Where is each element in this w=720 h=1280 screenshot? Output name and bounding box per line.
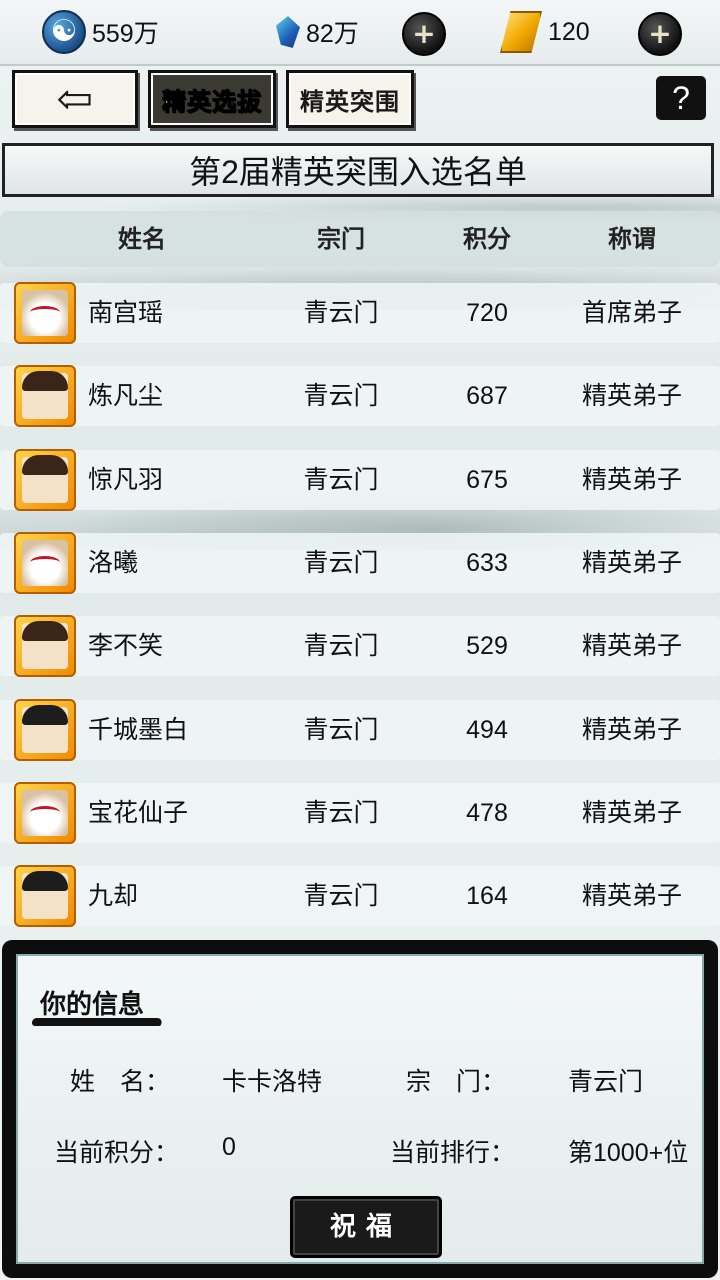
avatar[interactable] bbox=[14, 449, 76, 511]
row-name: 宝花仙子 bbox=[88, 799, 189, 827]
row-name: 千城墨白 bbox=[88, 716, 189, 744]
row-title: 精英弟子 bbox=[581, 382, 682, 410]
avatar[interactable] bbox=[14, 865, 76, 927]
help-button[interactable]: ? bbox=[656, 76, 706, 120]
header-title: 称谓 bbox=[608, 224, 656, 253]
jade-resource: 559万 bbox=[42, 10, 159, 54]
row-name: 炼凡尘 bbox=[88, 382, 164, 410]
row-score: 633 bbox=[466, 549, 508, 577]
table-row[interactable]: 洛曦 青云门 633 精英弟子 bbox=[0, 532, 720, 594]
row-score: 529 bbox=[466, 632, 508, 660]
crystal-amount: 82万 bbox=[306, 20, 359, 48]
add-gold-button[interactable]: + bbox=[638, 12, 682, 56]
table-row[interactable]: 千城墨白 青云门 494 精英弟子 bbox=[0, 699, 720, 761]
gold-ingot-icon bbox=[500, 11, 542, 53]
table-row[interactable]: 李不笑 青云门 529 精英弟子 bbox=[0, 615, 720, 677]
header-score: 积分 bbox=[463, 224, 511, 253]
row-score: 687 bbox=[466, 382, 508, 410]
row-score: 675 bbox=[466, 466, 508, 494]
row-title: 精英弟子 bbox=[581, 716, 682, 744]
table-row[interactable]: 宝花仙子 青云门 478 精英弟子 bbox=[0, 782, 720, 844]
row-sect: 青云门 bbox=[303, 466, 379, 494]
info-heading: 你的信息 bbox=[40, 990, 145, 1020]
tab-label: 精英突围 bbox=[300, 86, 400, 116]
header-name: 姓名 bbox=[118, 224, 166, 253]
add-crystal-button[interactable]: + bbox=[402, 12, 446, 56]
header-sect: 宗门 bbox=[317, 224, 365, 253]
row-title: 精英弟子 bbox=[581, 882, 682, 910]
brush-stroke-decoration bbox=[30, 1018, 164, 1026]
page-title: 第2届精英突围入选名单 bbox=[189, 154, 527, 190]
table-header: 姓名 宗门 积分 称谓 bbox=[0, 211, 720, 267]
table-row[interactable]: 炼凡尘 青云门 687 精英弟子 bbox=[0, 365, 720, 427]
gold-amount: 120 bbox=[548, 17, 590, 46]
row-title: 精英弟子 bbox=[581, 466, 682, 494]
row-title: 首席弟子 bbox=[581, 299, 682, 327]
avatar[interactable] bbox=[14, 615, 76, 677]
score-value: 0 bbox=[222, 1133, 236, 1161]
row-sect: 青云门 bbox=[303, 716, 379, 744]
tab-elite-breakout[interactable]: 精英突围 bbox=[286, 70, 414, 128]
row-score: 720 bbox=[466, 299, 508, 327]
rank-label: 当前排行： bbox=[390, 1139, 516, 1167]
table-row[interactable]: 南宫瑶 青云门 720 首席弟子 bbox=[0, 282, 720, 344]
sect-value: 青云门 bbox=[568, 1068, 644, 1096]
table-row[interactable]: 惊凡羽 青云门 675 精英弟子 bbox=[0, 449, 720, 511]
row-name: 九却 bbox=[88, 882, 139, 910]
crystal-resource: 82万 bbox=[276, 10, 359, 54]
rank-value: 第1000+位 bbox=[568, 1139, 689, 1167]
avatar[interactable] bbox=[14, 532, 76, 594]
row-name: 南宫瑶 bbox=[88, 299, 164, 327]
avatar[interactable] bbox=[14, 365, 76, 427]
name-label: 姓 名： bbox=[70, 1068, 171, 1096]
row-sect: 青云门 bbox=[303, 382, 379, 410]
row-score: 164 bbox=[466, 882, 508, 910]
blue-crystal-icon bbox=[276, 16, 300, 48]
tab-label: 精英选拔 bbox=[162, 86, 262, 116]
row-score: 478 bbox=[466, 799, 508, 827]
row-sect: 青云门 bbox=[303, 882, 379, 910]
row-score: 494 bbox=[466, 716, 508, 744]
page-title-bar: 第2届精英突围入选名单 bbox=[2, 143, 714, 197]
back-arrow-icon: ⇦ bbox=[56, 73, 94, 125]
row-name: 李不笑 bbox=[88, 632, 164, 660]
row-sect: 青云门 bbox=[303, 299, 379, 327]
sect-label: 宗 门： bbox=[406, 1068, 507, 1096]
row-sect: 青云门 bbox=[303, 549, 379, 577]
bless-button[interactable]: 祝福 bbox=[290, 1196, 442, 1258]
avatar[interactable] bbox=[14, 782, 76, 844]
table-row[interactable]: 九却 青云门 164 精英弟子 bbox=[0, 865, 720, 927]
jade-amount: 559万 bbox=[92, 20, 159, 48]
row-name: 洛曦 bbox=[88, 549, 139, 577]
avatar[interactable] bbox=[14, 282, 76, 344]
avatar[interactable] bbox=[14, 699, 76, 761]
yin-yang-icon bbox=[42, 10, 86, 54]
row-title: 精英弟子 bbox=[581, 632, 682, 660]
score-label: 当前积分： bbox=[54, 1139, 180, 1167]
row-name: 惊凡羽 bbox=[88, 466, 164, 494]
tab-elite-selection[interactable]: 精英选拔 bbox=[148, 70, 276, 128]
gold-resource: 120 bbox=[500, 10, 590, 54]
row-title: 精英弟子 bbox=[581, 799, 682, 827]
name-value: 卡卡洛特 bbox=[222, 1068, 323, 1096]
back-button[interactable]: ⇦ bbox=[12, 70, 138, 128]
row-title: 精英弟子 bbox=[581, 549, 682, 577]
resource-bar: 559万 82万 + 120 + bbox=[0, 0, 720, 66]
row-sect: 青云门 bbox=[303, 799, 379, 827]
row-sect: 青云门 bbox=[303, 632, 379, 660]
